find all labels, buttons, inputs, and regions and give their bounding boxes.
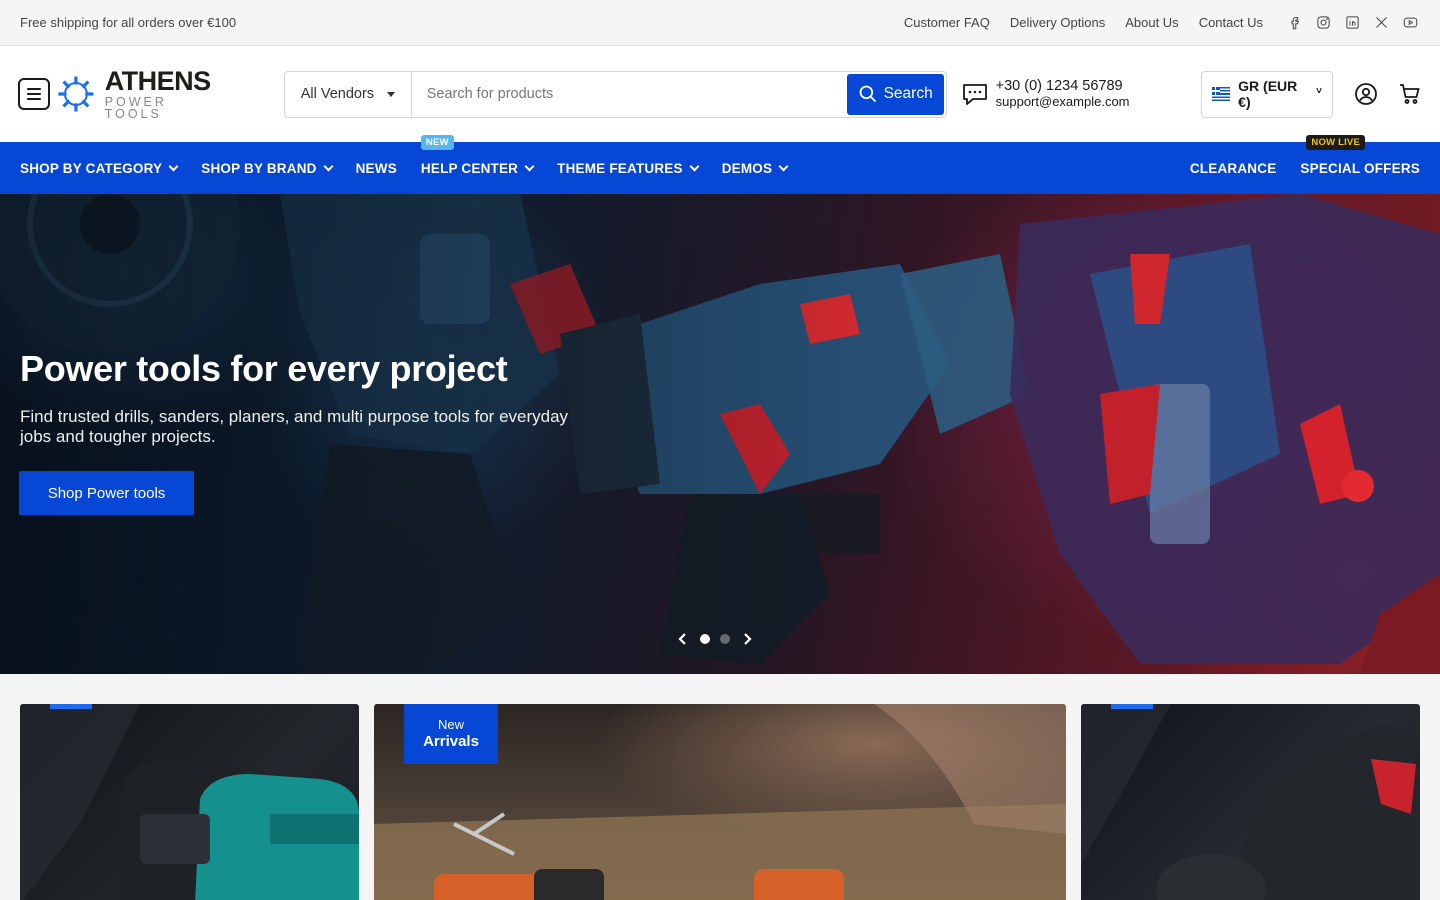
promo-card-new-arrivals[interactable]: New Arrivals: [374, 704, 1066, 900]
search-button[interactable]: Search: [846, 73, 944, 115]
nav-label: CLEARANCE: [1189, 160, 1277, 176]
link-contact-us[interactable]: Contact Us: [1199, 15, 1263, 30]
nav-label: NEWS: [355, 160, 397, 176]
nav-special-offers[interactable]: NOW LIVE SPECIAL OFFERS: [1300, 134, 1420, 176]
announcement-text: Free shipping for all orders over €100: [20, 15, 237, 30]
cart-icon: [1400, 84, 1420, 104]
account-button[interactable]: [1354, 82, 1378, 106]
new-badge: NEW: [420, 134, 454, 150]
link-about-us[interactable]: About Us: [1125, 15, 1178, 30]
social-links: [1285, 13, 1420, 32]
hero-subtitle: Find trusted drills, sanders, planers, a…: [20, 406, 569, 446]
nav-label: SHOP BY CATEGORY: [20, 160, 163, 176]
hero-slider: Power tools for every project Find trust…: [0, 194, 1440, 674]
logo-sub-text: POWER TOOLS: [104, 94, 167, 121]
now-live-badge: NOW LIVE: [1306, 134, 1365, 150]
sander-image: [20, 704, 359, 900]
topbar-links: Customer FAQ Delivery Options About Us C…: [904, 13, 1420, 32]
chevron-down-icon: [778, 161, 789, 171]
shop-power-tools-button[interactable]: Shop Power tools: [19, 471, 194, 516]
vendor-select[interactable]: All Vendors: [285, 71, 412, 117]
link-customer-faq[interactable]: Customer FAQ: [904, 15, 990, 30]
chevron-down-icon: [689, 161, 700, 171]
nav-label: SPECIAL OFFERS: [1300, 160, 1420, 176]
nav-shop-by-category[interactable]: SHOP BY CATEGORY: [20, 160, 179, 176]
saw-image: [1081, 704, 1420, 900]
link-delivery-options[interactable]: Delivery Options: [1010, 15, 1105, 30]
announcement-bar: Free shipping for all orders over €100 C…: [0, 0, 1440, 46]
facebook-icon[interactable]: [1285, 13, 1304, 32]
nav-clearance[interactable]: CLEARANCE: [1190, 161, 1277, 176]
next-slide-button[interactable]: [740, 632, 754, 646]
currency-selector[interactable]: GR (EUR €) ˅: [1200, 70, 1333, 118]
slide-dot-1[interactable]: [700, 634, 710, 644]
site-header: ATHENS POWER TOOLS All Vendors Search +3…: [0, 46, 1440, 142]
search-input[interactable]: [411, 71, 847, 117]
prev-slide-button[interactable]: [676, 632, 690, 646]
search-bar: All Vendors Search: [283, 70, 947, 118]
hero-title: Power tools for every project: [20, 348, 508, 389]
promo-card-saws[interactable]: [1081, 704, 1420, 900]
currency-value: GR (EUR €): [1238, 78, 1298, 110]
nav-label: HELP CENTER: [420, 160, 519, 176]
main-nav: SHOP BY CATEGORY SHOP BY BRAND NEWS NEW …: [0, 134, 1440, 194]
menu-button[interactable]: [18, 78, 50, 110]
chevron-down-icon: [323, 161, 334, 171]
chevron-down-icon: [524, 161, 535, 171]
hamburger-icon: [26, 88, 41, 90]
linkedin-icon[interactable]: [1343, 13, 1362, 32]
caret-down-icon: [386, 91, 395, 97]
nav-news[interactable]: NEWS: [356, 161, 397, 176]
new-arrivals-tag: New Arrivals: [404, 704, 498, 764]
tag-line-2: Arrivals: [423, 732, 479, 750]
chevron-down-icon: ˅: [1316, 85, 1322, 97]
youtube-icon[interactable]: [1401, 13, 1420, 32]
contact-phone[interactable]: +30 (0) 1234 56789: [996, 78, 1130, 95]
slider-controls: [676, 632, 754, 646]
site-logo[interactable]: ATHENS POWER TOOLS: [56, 65, 230, 121]
x-icon[interactable]: [1372, 13, 1391, 32]
chevron-right-icon: [744, 633, 752, 645]
nav-help-center[interactable]: NEW HELP CENTER: [420, 134, 535, 176]
nav-theme-features[interactable]: THEME FEATURES: [557, 160, 700, 176]
nav-label: THEME FEATURES: [557, 160, 683, 176]
nav-shop-by-brand[interactable]: SHOP BY BRAND: [201, 160, 334, 176]
contact-info: +30 (0) 1234 56789 support@example.com: [961, 78, 1130, 110]
nav-demos[interactable]: DEMOS: [721, 160, 789, 176]
search-button-label: Search: [883, 85, 933, 102]
chevron-left-icon: [678, 633, 686, 645]
promo-card-sanders[interactable]: [20, 704, 359, 900]
greece-flag-icon: [1211, 87, 1231, 101]
chat-bubble-icon: [962, 84, 987, 105]
promo-cards: New Arrivals: [0, 674, 1440, 900]
logo-main-text: ATHENS: [104, 65, 212, 96]
instagram-icon[interactable]: [1314, 13, 1333, 32]
contact-email[interactable]: support@example.com: [996, 94, 1130, 110]
gear-icon: [58, 76, 94, 112]
user-icon: [1355, 83, 1377, 105]
hero-content: Power tools for every project Find trust…: [19, 348, 620, 516]
vendor-select-value: All Vendors: [300, 86, 375, 102]
chevron-down-icon: [168, 161, 179, 171]
slide-dot-2[interactable]: [720, 634, 730, 644]
nav-label: SHOP BY BRAND: [201, 160, 317, 176]
search-icon: [859, 85, 876, 103]
cart-button[interactable]: [1398, 82, 1422, 106]
tag-line-1: New: [437, 717, 464, 733]
nav-label: DEMOS: [721, 160, 773, 176]
